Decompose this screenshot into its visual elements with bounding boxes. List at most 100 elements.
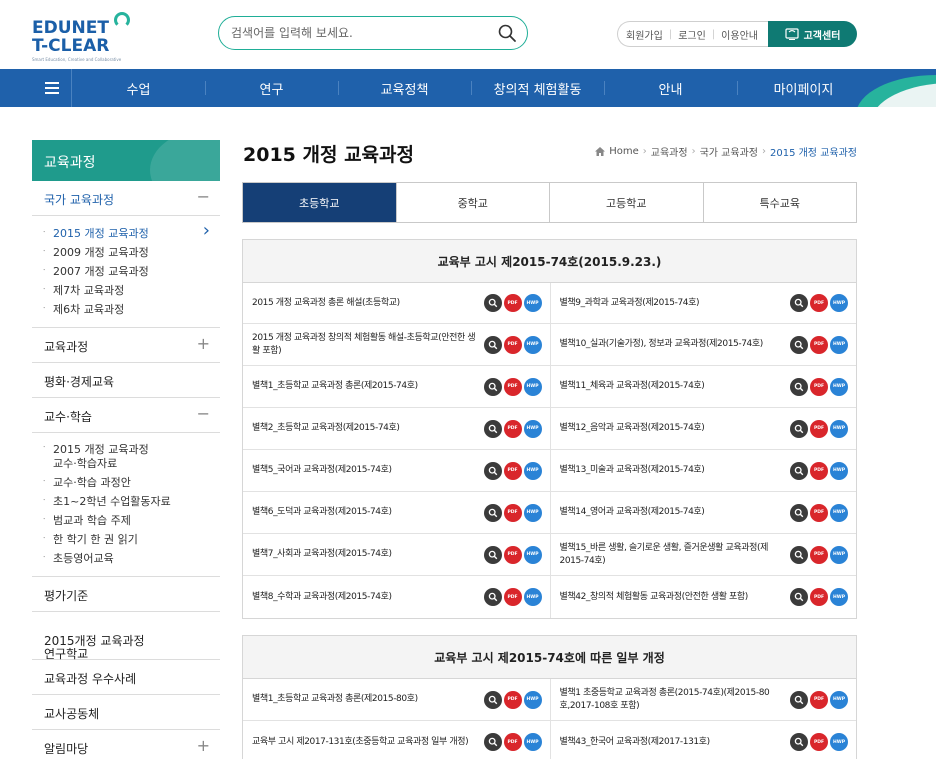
expand-icon[interactable]: + [197,736,210,755]
hwp-download-icon[interactable]: HWP [830,461,848,480]
pdf-download-icon[interactable]: PDF [810,545,828,564]
nav-item-class[interactable]: 수업 [72,69,205,107]
sidebar-item-2009[interactable]: 2009 개정 교육과정 [40,243,220,262]
hwp-download-icon[interactable]: HWP [523,335,542,354]
breadcrumb-home[interactable]: Home [609,146,639,157]
tab-elementary[interactable]: 초등학교 [243,183,397,222]
pdf-download-icon[interactable]: PDF [503,503,522,522]
view-icon[interactable] [790,294,808,312]
sidebar-group-research-school[interactable]: 2015개정 교육과정 연구학교 [32,612,220,661]
pdf-download-icon[interactable]: PDF [503,419,522,438]
document-title[interactable]: 교육부 고시 제2017-131호(초중등학교 교육과정 일부 개정) [252,736,484,749]
sidebar-group-criteria[interactable]: 평가기준 [32,577,220,612]
sidebar-item-english[interactable]: 초등영어교육 [40,549,220,568]
document-title[interactable]: 별책1_초등학교 교육과정 총론(제2015-80호) [252,693,484,706]
document-title[interactable]: 2015 개정 교육과정 창의적 체험활동 해설-초등학교(안전한 생활 포함) [252,332,484,358]
document-title[interactable]: 2015 개정 교육과정 총론 해설(초등학교) [252,297,484,310]
pdf-download-icon[interactable]: PDF [810,690,828,709]
view-icon[interactable] [790,545,808,564]
pdf-download-icon[interactable]: PDF [810,588,828,606]
signup-link[interactable]: 회원가입 [626,27,663,42]
hwp-download-icon[interactable]: HWP [523,419,542,438]
pdf-download-icon[interactable]: PDF [810,733,828,751]
hwp-download-icon[interactable]: HWP [830,335,848,354]
view-icon[interactable] [790,733,808,751]
view-icon[interactable] [483,733,502,751]
menu-icon[interactable] [32,69,72,107]
document-title[interactable]: 별책1_초등학교 교육과정 총론(제2015-74호) [252,380,484,393]
hwp-download-icon[interactable]: HWP [523,545,542,564]
pdf-download-icon[interactable]: PDF [503,545,522,564]
sidebar-item-6th[interactable]: 제6차 교육과정 [40,300,220,319]
view-icon[interactable] [483,335,502,354]
view-icon[interactable] [790,377,808,396]
document-title[interactable]: 별책9_과학과 교육과정(제2015-74호) [560,297,791,310]
customer-center-button[interactable]: 고객센터 [768,21,857,47]
sidebar-group-curriculum[interactable]: 교육과정 + [32,328,220,363]
sidebar-item-grade12[interactable]: 초1~2학년 수업활동자료 [40,492,220,511]
view-icon[interactable] [790,419,808,438]
view-icon[interactable] [483,690,502,709]
nav-item-creative[interactable]: 창의적 체험활동 [471,69,604,107]
pdf-download-icon[interactable]: PDF [503,335,522,354]
sidebar-group-community[interactable]: 교사공동체 [32,695,220,730]
document-title[interactable]: 별책15_바른 생활, 슬기로운 생활, 즐거운생활 교육과정(제2015-74… [560,542,791,568]
expand-icon[interactable]: + [197,334,210,353]
view-icon[interactable] [790,503,808,522]
document-title[interactable]: 별책5_국어과 교육과정(제2015-74호) [252,464,484,477]
hwp-download-icon[interactable]: HWP [830,733,848,751]
sidebar-item-2015[interactable]: 2015 개정 교육과정 [40,221,220,243]
document-title[interactable]: 별책8_수학과 교육과정(제2015-74호) [252,591,484,604]
hwp-download-icon[interactable]: HWP [523,690,542,709]
document-title[interactable]: 별책14_영어과 교육과정(제2015-74호) [560,506,791,519]
sidebar-item-2007[interactable]: 2007 개정 교육과정 [40,262,220,281]
view-icon[interactable] [483,419,502,438]
collapse-icon[interactable]: − [197,187,210,206]
search-icon[interactable] [497,23,517,43]
tab-high[interactable]: 고등학교 [550,183,704,222]
document-title[interactable]: 별책10_실과(기술가정), 정보과 교육과정(제2015-74호) [560,338,791,351]
breadcrumb-item[interactable]: 교육과정 [651,144,688,159]
document-title[interactable]: 별책7_사회과 교육과정(제2015-74호) [252,548,484,561]
view-icon[interactable] [483,294,502,312]
pdf-download-icon[interactable]: PDF [503,294,522,312]
sidebar-item-one-book[interactable]: 한 학기 한 권 읽기 [40,530,220,549]
sidebar-group-national[interactable]: 국가 교육과정 − [32,181,220,216]
sidebar-item-2015-materials[interactable]: 2015 개정 교육과정 교수·학습자료 [40,441,220,473]
tab-middle[interactable]: 중학교 [397,183,550,222]
view-icon[interactable] [483,461,502,480]
sidebar-item-7th[interactable]: 제7차 교육과정 [40,281,220,300]
pdf-download-icon[interactable]: PDF [810,461,828,480]
document-title[interactable]: 별책2_초등학교 교육과정(제2015-74호) [252,422,484,435]
hwp-download-icon[interactable]: HWP [830,419,848,438]
hwp-download-icon[interactable]: HWP [830,503,848,522]
hwp-download-icon[interactable]: HWP [523,294,542,312]
hwp-download-icon[interactable]: HWP [523,733,542,751]
view-icon[interactable] [483,588,502,606]
sidebar-group-best-practice[interactable]: 교육과정 우수사례 [32,660,220,695]
document-title[interactable]: 별책12_음악과 교육과정(제2015-74호) [560,422,791,435]
view-icon[interactable] [790,690,808,709]
pdf-download-icon[interactable]: PDF [503,588,522,606]
hwp-download-icon[interactable]: HWP [830,690,848,709]
document-title[interactable]: 별책13_미술과 교육과정(제2015-74호) [560,464,791,477]
pdf-download-icon[interactable]: PDF [503,377,522,396]
sidebar-group-notice[interactable]: 알림마당 + [32,730,220,759]
search-input[interactable] [231,24,481,42]
document-title[interactable]: 별책6_도덕과 교육과정(제2015-74호) [252,506,484,519]
document-title[interactable]: 별책43_한국어 교육과정(제2017-131호) [560,736,791,749]
pdf-download-icon[interactable]: PDF [503,461,522,480]
view-icon[interactable] [483,377,502,396]
pdf-download-icon[interactable]: PDF [503,690,522,709]
pdf-download-icon[interactable]: PDF [810,503,828,522]
document-title[interactable]: 별책42_창의적 체험활동 교육과정(안전한 생활 포함) [560,591,791,604]
view-icon[interactable] [790,335,808,354]
hwp-download-icon[interactable]: HWP [830,588,848,606]
sidebar-group-teaching[interactable]: 교수·학습 − [32,398,220,433]
sidebar-item-cross-curricular[interactable]: 범교과 학습 주제 [40,511,220,530]
nav-item-research[interactable]: 연구 [205,69,338,107]
hwp-download-icon[interactable]: HWP [830,294,848,312]
hwp-download-icon[interactable]: HWP [523,503,542,522]
collapse-icon[interactable]: − [197,404,210,423]
site-logo[interactable]: EDUNET T-CLEAR Smart Education, Creative… [32,12,132,62]
